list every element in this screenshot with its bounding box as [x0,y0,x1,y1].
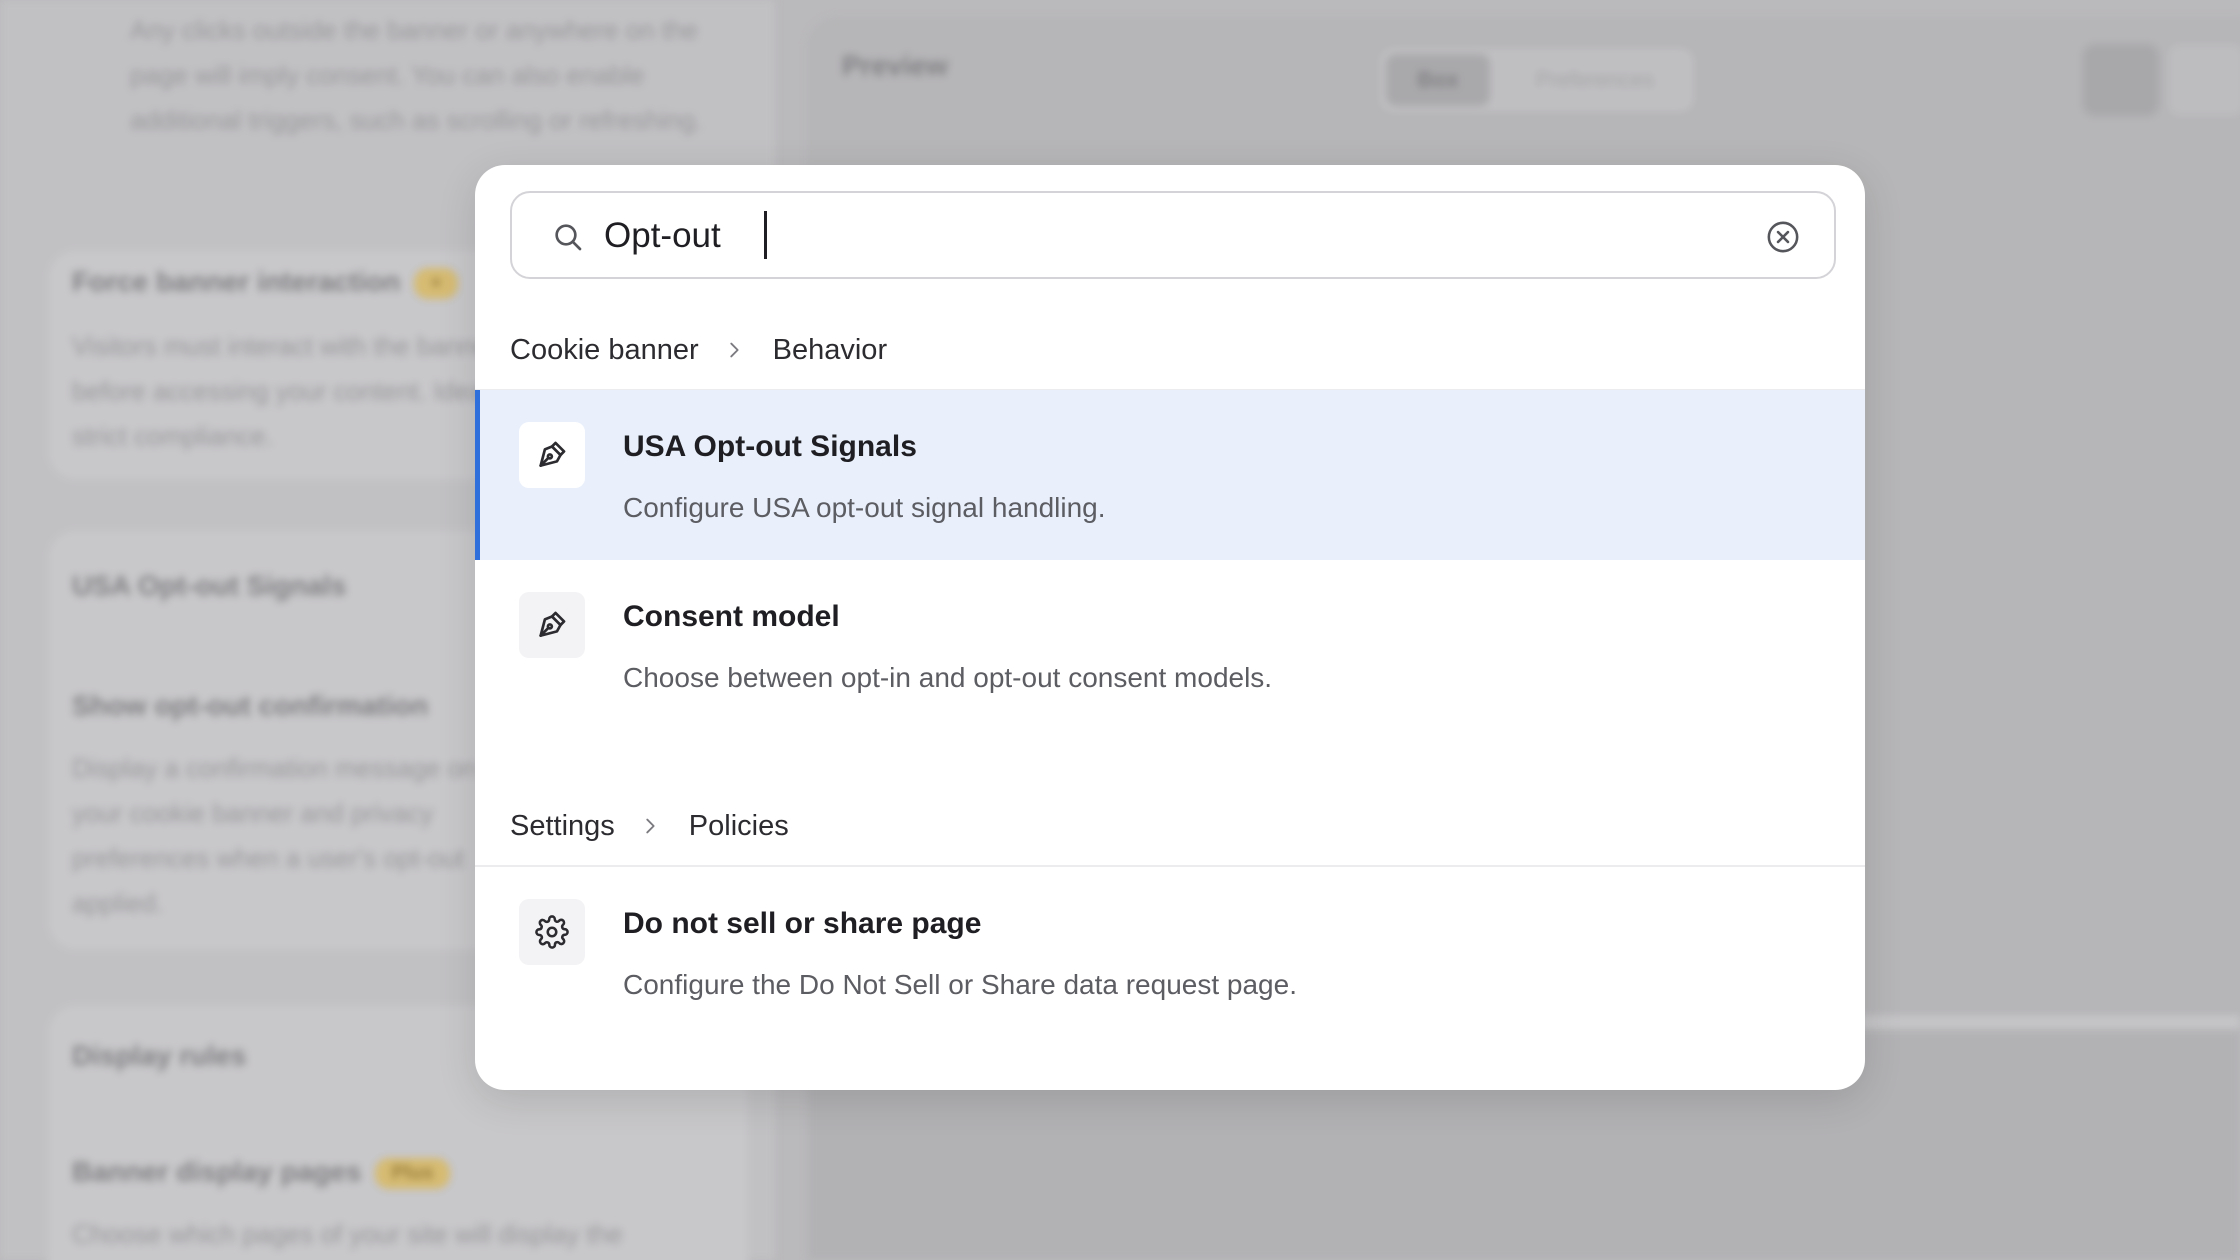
search-input[interactable] [604,211,1704,261]
breadcrumb-policies: Policies [688,809,789,842]
chevron-right-icon [646,818,655,834]
gear-icon [535,915,569,949]
chevron-right-icon [729,342,739,358]
search-palette: Cookie banner Behavior USA Opt-out Signa… [475,165,1865,1090]
clear-search-icon[interactable] [1766,220,1800,254]
result-description: Choose between opt-in and opt-out consen… [623,662,1273,693]
result-description: Configure USA opt-out signal handling. [623,492,1106,523]
result-icon [519,592,585,658]
pen-nib-icon [539,611,566,637]
breadcrumb: Cookie banner Behavior [510,330,887,370]
breadcrumb-behavior: Behavior [772,333,888,366]
result-title: Do not sell or share page [623,907,982,940]
pen-nib-icon [539,441,566,467]
breadcrumb-settings: Settings [510,809,615,842]
text-caret [764,211,767,259]
breadcrumb: Settings Policies [510,806,789,846]
search-icon [555,224,582,251]
result-icon [519,899,585,965]
active-indicator [475,390,480,560]
result-title: USA Opt-out Signals [623,430,917,463]
result-description: Configure the Do Not Sell or Share data … [623,969,1297,1000]
search-field[interactable] [510,191,1836,279]
result-icon [519,422,585,488]
breadcrumb-cookie-banner: Cookie banner [510,333,699,366]
result-consent-model[interactable]: Consent model Choose between opt-in and … [475,560,1865,730]
result-title: Consent model [623,600,840,633]
result-do-not-sell-page[interactable]: Do not sell or share page Configure the … [475,867,1865,1037]
result-usa-opt-out-signals[interactable]: USA Opt-out Signals Configure USA opt-ou… [475,390,1865,560]
